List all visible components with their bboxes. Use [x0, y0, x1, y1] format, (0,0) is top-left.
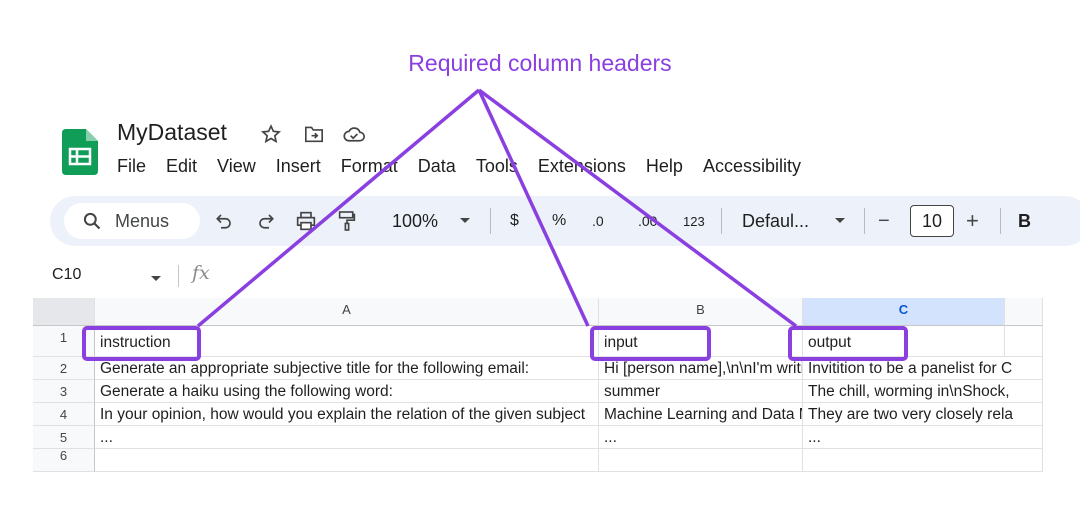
annotation-title: Required column headers [408, 50, 672, 76]
menus-label[interactable]: Menus [115, 196, 169, 246]
font-dropdown-icon[interactable] [834, 196, 846, 246]
column-header-b[interactable]: B [599, 298, 803, 326]
menu-file[interactable]: File [117, 156, 146, 182]
toolbar-divider [1000, 208, 1001, 234]
toolbar-divider [864, 208, 865, 234]
move-to-folder-icon[interactable] [302, 122, 326, 146]
toolbar-divider [490, 208, 491, 234]
cell-b3[interactable]: summer [599, 380, 803, 403]
paint-format-icon[interactable] [338, 196, 356, 246]
annotation-box-input [590, 326, 711, 361]
cell-b6[interactable] [599, 449, 803, 472]
column-header-d[interactable] [1005, 298, 1043, 326]
function-icon: fx [192, 262, 210, 284]
menu-insert[interactable]: Insert [276, 156, 321, 182]
cell-c4[interactable]: They are two very closely rela [803, 403, 1043, 426]
star-icon[interactable] [259, 122, 283, 146]
cell-a3[interactable]: Generate a haiku using the following wor… [95, 380, 599, 403]
column-header-c[interactable]: C [803, 298, 1005, 326]
menu-bar: File Edit View Insert Format Data Tools … [117, 156, 821, 182]
menu-tools[interactable]: Tools [476, 156, 518, 182]
row-header-5[interactable]: 5 [33, 426, 95, 449]
cell-a5[interactable]: ... [95, 426, 599, 449]
toolbar-divider [721, 208, 722, 234]
sheets-logo-icon[interactable] [62, 129, 98, 175]
select-all-corner[interactable] [33, 298, 95, 326]
cell-b5[interactable]: ... [599, 426, 803, 449]
cell-a6[interactable] [95, 449, 599, 472]
search-icon [82, 196, 102, 246]
more-formats-button[interactable]: 123 [683, 196, 705, 246]
annotation-box-instruction [82, 326, 201, 361]
menu-help[interactable]: Help [646, 156, 683, 182]
redo-icon[interactable] [257, 196, 275, 246]
row-header-3[interactable]: 3 [33, 380, 95, 403]
row-header-6[interactable]: 6 [33, 449, 95, 472]
increase-font-size-button[interactable]: + [966, 196, 979, 246]
column-header-a[interactable]: A [95, 298, 599, 326]
menu-data[interactable]: Data [418, 156, 456, 182]
font-size-input[interactable]: 10 [910, 205, 954, 237]
decrease-font-size-button[interactable]: − [878, 196, 890, 246]
bold-button[interactable]: B [1018, 196, 1031, 246]
decrease-decimal-label: .0 [592, 213, 604, 229]
undo-icon[interactable] [215, 196, 233, 246]
formula-divider [178, 265, 179, 287]
cell-c6[interactable] [803, 449, 1043, 472]
print-icon[interactable] [296, 196, 316, 246]
cell-b4[interactable]: Machine Learning and Data Mining [599, 403, 803, 426]
cloud-status-icon[interactable] [342, 122, 366, 146]
decrease-decimal-button[interactable]: .0 [592, 196, 604, 246]
page-bottom-fade [0, 478, 1080, 508]
currency-format-button[interactable]: $ [510, 196, 519, 246]
cell-d1[interactable] [1005, 326, 1043, 357]
cell-a4[interactable]: In your opinion, how would you explain t… [95, 403, 599, 426]
document-title[interactable]: MyDataset [117, 119, 227, 146]
zoom-select[interactable]: 100% [392, 196, 438, 246]
menu-format[interactable]: Format [341, 156, 398, 182]
cell-c5[interactable]: ... [803, 426, 1043, 449]
name-box[interactable]: C10 [52, 266, 81, 284]
increase-decimal-label: .00 [638, 213, 658, 229]
menu-extensions[interactable]: Extensions [538, 156, 626, 182]
menu-edit[interactable]: Edit [166, 156, 197, 182]
annotation-box-output [788, 326, 908, 361]
font-select[interactable]: Defaul... [742, 196, 809, 246]
menu-accessibility[interactable]: Accessibility [703, 156, 801, 182]
row-header-4[interactable]: 4 [33, 403, 95, 426]
menu-view[interactable]: View [217, 156, 256, 182]
cell-c3[interactable]: The chill, worming in\nShock, [803, 380, 1043, 403]
increase-decimal-button[interactable]: .00 [638, 196, 657, 246]
percent-format-button[interactable]: % [552, 196, 566, 246]
name-box-dropdown-icon[interactable] [150, 270, 162, 288]
zoom-dropdown-icon[interactable] [459, 196, 471, 246]
